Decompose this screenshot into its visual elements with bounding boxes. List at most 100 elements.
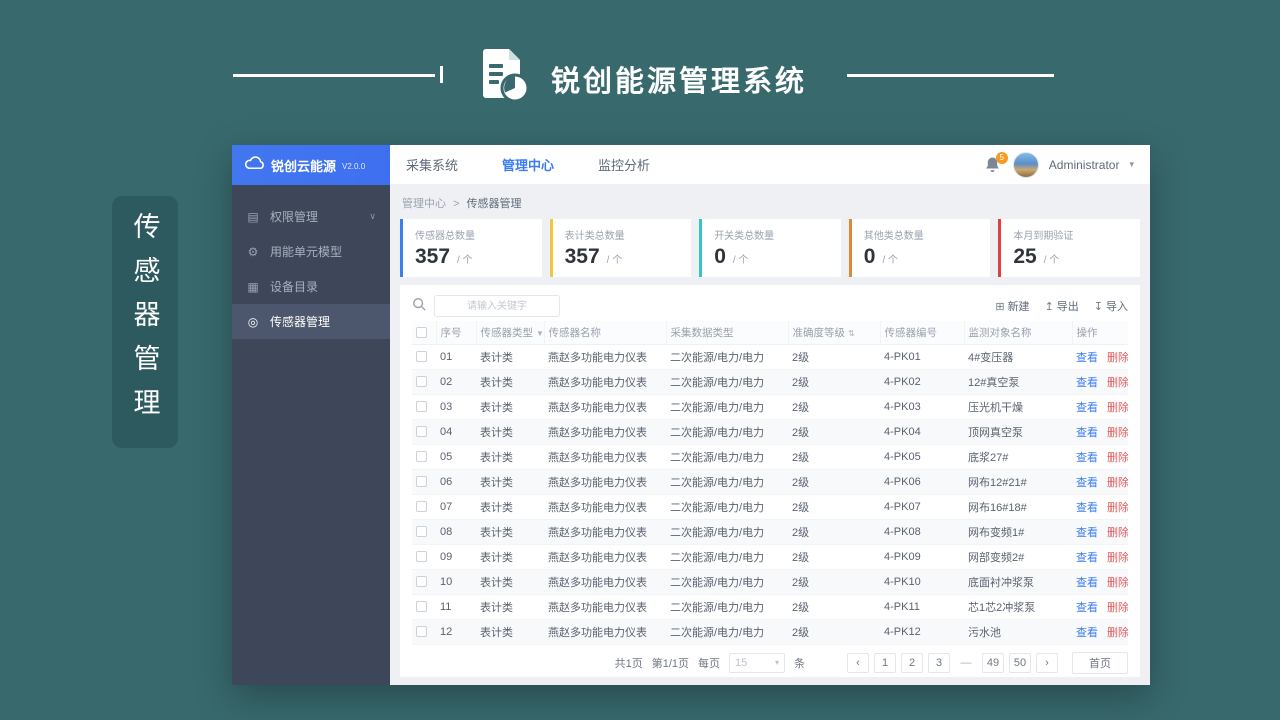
- view-link[interactable]: 查看: [1076, 377, 1098, 389]
- page-button-2[interactable]: 2: [901, 652, 923, 673]
- row-checkbox[interactable]: [416, 576, 427, 588]
- view-link[interactable]: 查看: [1076, 627, 1098, 639]
- delete-link[interactable]: 删除: [1107, 627, 1128, 639]
- delete-link[interactable]: 删除: [1107, 502, 1128, 514]
- page-button-49[interactable]: 49: [982, 652, 1004, 673]
- cell-sensor-name: 燕赵多功能电力仪表: [544, 544, 666, 570]
- page-button-3[interactable]: 3: [928, 652, 950, 673]
- sidebar-item-permissions[interactable]: ▤ 权限管理 ∨: [232, 199, 390, 234]
- new-icon: ⊞: [995, 300, 1005, 313]
- delete-link[interactable]: 删除: [1107, 452, 1128, 464]
- delete-link[interactable]: 删除: [1107, 552, 1128, 564]
- delete-link[interactable]: 删除: [1107, 427, 1128, 439]
- tab-management-center[interactable]: 管理中心: [502, 155, 554, 174]
- delete-link[interactable]: 删除: [1107, 352, 1128, 364]
- per-page-select[interactable]: 15 ▾: [729, 652, 785, 673]
- page-button-1[interactable]: 1: [874, 652, 896, 673]
- cell-sensor-code: 4-PK06: [880, 469, 964, 495]
- view-link[interactable]: 查看: [1076, 502, 1098, 514]
- delete-link[interactable]: 删除: [1107, 577, 1128, 589]
- filter-icon[interactable]: ▼: [536, 329, 544, 338]
- import-button[interactable]: ↧ 导入: [1094, 298, 1128, 314]
- page-button-50[interactable]: 50: [1009, 652, 1031, 673]
- select-all-checkbox[interactable]: [416, 326, 427, 338]
- cell-index: 03: [436, 394, 476, 420]
- stat-label: 本月到期验证: [1013, 231, 1074, 242]
- cell-sensor-code: 4-PK04: [880, 419, 964, 445]
- cell-data-type: 二次能源/电力/电力: [666, 619, 788, 645]
- view-link[interactable]: 查看: [1076, 602, 1098, 614]
- cell-target-name: 顶网真空泵: [964, 419, 1072, 445]
- chevron-down-icon: ∨: [369, 211, 376, 221]
- tab-monitoring-analysis[interactable]: 监控分析: [598, 155, 650, 174]
- cell-target-name: 芯1芯2冲浆泵: [964, 594, 1072, 620]
- tab-collection-system[interactable]: 采集系统: [406, 155, 458, 174]
- table-row: 05 表计类 燕赵多功能电力仪表 二次能源/电力/电力 2级 4-PK05 底浆27# 查看删…: [412, 444, 1128, 470]
- row-checkbox[interactable]: [416, 601, 427, 613]
- row-checkbox[interactable]: [416, 551, 427, 563]
- view-link[interactable]: 查看: [1076, 527, 1098, 539]
- cell-accuracy: 2级: [788, 569, 880, 595]
- col-index: 序号: [435, 321, 476, 345]
- stat-card-sensor-total: 传感器总数量 357 / 个: [400, 219, 542, 277]
- permissions-icon: ▤: [247, 209, 259, 224]
- view-link[interactable]: 查看: [1076, 452, 1098, 464]
- next-page-button[interactable]: ›: [1036, 652, 1058, 673]
- delete-link[interactable]: 删除: [1107, 602, 1128, 614]
- col-data-type: 采集数据类型: [665, 321, 788, 345]
- row-checkbox[interactable]: [416, 376, 427, 388]
- row-checkbox[interactable]: [416, 351, 427, 363]
- row-checkbox[interactable]: [416, 526, 427, 538]
- cell-data-type: 二次能源/电力/电力: [666, 569, 788, 595]
- table-row: 11 表计类 燕赵多功能电力仪表 二次能源/电力/电力 2级 4-PK11 芯1芯2冲浆泵查…: [412, 594, 1128, 620]
- user-caret-down-icon[interactable]: ▾: [1129, 159, 1134, 170]
- row-checkbox[interactable]: [416, 426, 427, 438]
- cell-data-type: 二次能源/电力/电力: [666, 344, 788, 370]
- search-input[interactable]: [434, 295, 560, 317]
- home-page-button[interactable]: 首页: [1072, 651, 1128, 674]
- view-link[interactable]: 查看: [1076, 477, 1098, 489]
- row-checkbox-cell: [412, 444, 436, 470]
- cell-sensor-name: 燕赵多功能电力仪表: [544, 594, 666, 620]
- row-checkbox[interactable]: [416, 476, 427, 488]
- row-checkbox[interactable]: [416, 626, 427, 638]
- table-row: 01 表计类 燕赵多功能电力仪表 二次能源/电力/电力 2级 4-PK01 4#变压器 查看删…: [412, 344, 1128, 370]
- row-checkbox-cell: [412, 519, 436, 545]
- row-checkbox[interactable]: [416, 401, 427, 413]
- export-button[interactable]: ↥ 导出: [1045, 298, 1079, 314]
- view-link[interactable]: 查看: [1076, 402, 1098, 414]
- delete-link[interactable]: 删除: [1107, 477, 1128, 489]
- stats-row: 传感器总数量 357/ 个 表计类总数量 357/ 个 开关类总数量 0/ 个 …: [400, 219, 1140, 277]
- delete-link[interactable]: 删除: [1107, 527, 1128, 539]
- sidebar-item-energy-unit-model[interactable]: ⚙ 用能单元模型: [232, 234, 390, 269]
- stat-card-switch-total: 开关类总数量 0 / 个: [699, 219, 841, 277]
- cell-sensor-code: 4-PK12: [880, 619, 964, 645]
- sidebar-menu: ▤ 权限管理 ∨ ⚙ 用能单元模型 ▦ 设备目录 ◎ 传感器管理: [232, 185, 390, 339]
- new-button[interactable]: ⊞ 新建: [995, 298, 1029, 314]
- notification-bell-icon[interactable]: 5: [985, 151, 1008, 174]
- cell-actions: 查看 删除: [1072, 444, 1128, 470]
- header-checkbox-cell: [412, 321, 436, 345]
- sidebar-item-sensor-management[interactable]: ◎ 传感器管理: [232, 304, 390, 339]
- delete-link[interactable]: 删除: [1107, 377, 1128, 389]
- row-checkbox[interactable]: [416, 501, 427, 513]
- view-link[interactable]: 查看: [1076, 577, 1098, 589]
- sidebar-item-device-catalog[interactable]: ▦ 设备目录: [232, 269, 390, 304]
- row-checkbox[interactable]: [416, 451, 427, 463]
- table-row: 04 表计类 燕赵多功能电力仪表 二次能源/电力/电力 2级 4-PK04 顶网真空泵 查看删…: [412, 419, 1128, 445]
- breadcrumb-parent[interactable]: 管理中心: [402, 198, 446, 210]
- sort-icon[interactable]: ⇅: [848, 329, 855, 338]
- view-link[interactable]: 查看: [1076, 552, 1098, 564]
- stat-unit: / 个: [732, 255, 749, 266]
- table-row: 07 表计类 燕赵多功能电力仪表 二次能源/电力/电力 2级 4-PK07 网布16#18#…: [412, 494, 1128, 520]
- prev-page-button[interactable]: ‹: [847, 652, 869, 673]
- view-link[interactable]: 查看: [1076, 352, 1098, 364]
- cell-index: 09: [436, 544, 476, 570]
- col-target-name: 监测对象名称: [963, 321, 1072, 345]
- view-link[interactable]: 查看: [1076, 427, 1098, 439]
- cell-sensor-name: 燕赵多功能电力仪表: [544, 494, 666, 520]
- avatar[interactable]: [1012, 151, 1039, 178]
- delete-link[interactable]: 删除: [1107, 402, 1128, 414]
- cell-sensor-type: 表计类: [476, 544, 544, 570]
- table-row: 10 表计类 燕赵多功能电力仪表 二次能源/电力/电力 2级 4-PK10 底面衬冲浆泵 查看…: [412, 569, 1128, 595]
